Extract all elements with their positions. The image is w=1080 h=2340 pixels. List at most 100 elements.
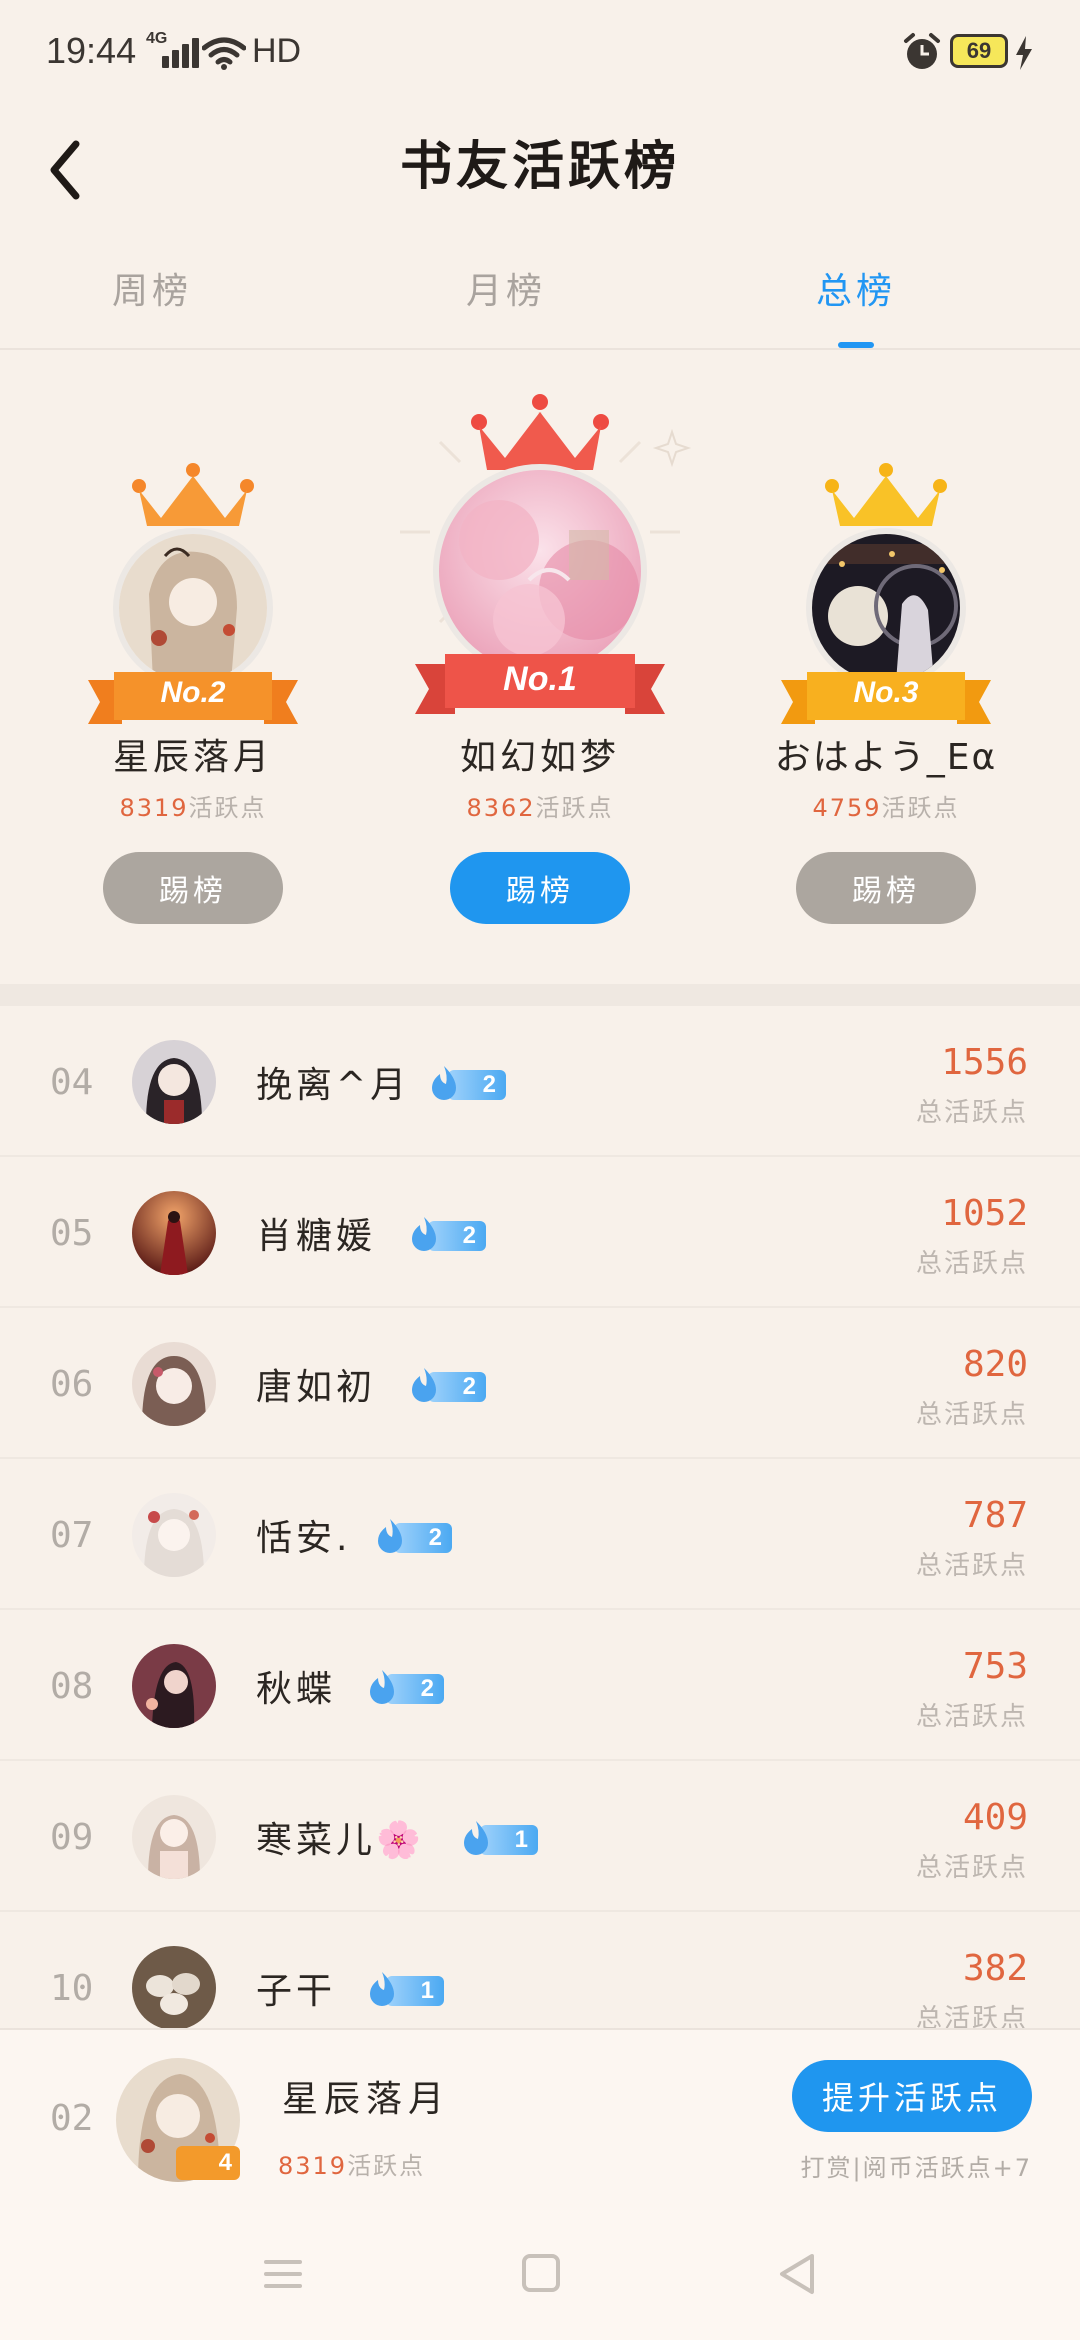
user-name: 子干 [256,1971,337,2012]
flame-icon [464,1821,488,1855]
list-item[interactable]: 04 挽离^月 2 1556 总活跃点 [0,1006,1080,1157]
level-badge: 1 [364,1970,446,2006]
charging-icon [1016,36,1032,70]
rank-badge-label: No.1 [503,660,577,698]
rank-badge-label: No.3 [853,676,919,709]
level-badge: 2 [372,1517,454,1553]
avatar[interactable] [132,1493,216,1577]
avatar[interactable] [132,1342,216,1426]
score-label: 总活跃点 [915,1400,1028,1430]
score-label: 总活跃点 [915,1551,1028,1581]
my-points: 8319活跃点 [278,2152,426,2180]
score-label: 总活跃点 [915,1249,1028,1279]
podium-points: 4759活跃点 [812,794,960,822]
list-item[interactable]: 09 寒菜儿🌸 1 409 总活跃点 [0,1761,1080,1912]
rank-number: 05 [50,1213,94,1254]
level-badge: 1 [458,1819,540,1855]
kick-button-first[interactable]: 踢榜 [450,852,630,924]
home-icon[interactable] [440,2210,640,2340]
level-badge: 2 [426,1064,508,1100]
tab-total[interactable]: 总榜 [756,262,956,314]
user-name: 秋蝶 [256,1669,337,1710]
list-item[interactable]: 07 恬安. 2 787 总活跃点 [0,1459,1080,1610]
podium-points: 8319活跃点 [119,794,267,822]
wifi-icon [202,37,246,70]
battery-indicator: 69 [950,34,1008,68]
score-label: 总活跃点 [915,1702,1028,1732]
kick-button-second[interactable]: 踢榜 [103,852,283,924]
level-badge: 2 [406,1215,488,1251]
rank-number: 08 [50,1666,94,1707]
tab-monthly[interactable]: 月榜 [406,262,606,314]
my-level-badge: 4 [176,2146,240,2180]
rank-number: 07 [50,1515,94,1556]
avatar[interactable] [132,1795,216,1879]
crown-icon [825,463,947,526]
podium-name: 如幻如梦 [459,737,620,778]
score-label: 总活跃点 [915,1853,1028,1883]
user-name: 肖糖媛 [256,1216,377,1257]
score-label: 总活跃点 [915,2004,1028,2028]
score-value: 1052 [941,1193,1028,1234]
flame-icon [412,1368,436,1402]
podium-name: おはよう_Eα [774,737,998,778]
crown-icon [132,463,254,526]
user-name: 挽离^月 [256,1065,411,1106]
status-bar: 19:44 4G HD 69 [0,0,1080,110]
ranking-list: 04 挽离^月 2 1556 总活跃点 05 肖糖媛 2 1052 总活跃点 0… [0,1006,1080,2028]
page-title: 书友活跃榜 [399,136,680,197]
tab-bar: 周榜 月榜 总榜 [0,240,1080,350]
avatar[interactable] [132,1040,216,1124]
score-value: 787 [962,1495,1028,1536]
podium-third: No.3 おはよう_Eα 4759活跃点 踢榜 [726,352,1046,984]
score-value: 753 [962,1646,1028,1687]
rank-number: 10 [50,1968,94,2009]
back-nav-icon[interactable] [698,2210,898,2340]
kick-button-third[interactable]: 踢榜 [796,852,976,924]
score-label: 总活跃点 [915,1098,1028,1128]
podium-first: No.1 如幻如梦 8362活跃点 踢榜 [380,352,700,984]
user-name: 唐如初 [256,1367,377,1408]
podium-points: 8362活跃点 [466,794,614,822]
list-item[interactable]: 06 唐如初 2 820 总活跃点 [0,1308,1080,1459]
my-rank-bar: 02 4 星辰落月 8319活跃点 提升活跃点 打赏|阅币活跃点+7 [0,2028,1080,2210]
avatar[interactable] [132,1946,216,2028]
score-value: 382 [962,1948,1028,1989]
rank-ribbon-first: No.1 [415,646,665,720]
podium-name: 星辰落月 [112,737,273,778]
header: 书友活跃榜 [0,110,1080,240]
rank-ribbon-third: No.3 [781,664,991,730]
list-item[interactable]: 10 子干 1 382 总活跃点 [0,1912,1080,2028]
avatar[interactable] [132,1191,216,1275]
podium-second: No.2 星辰落月 8319活跃点 踢榜 [33,352,353,984]
crown-icon [471,394,609,470]
user-name: 恬安. [256,1518,352,1559]
rank-number: 09 [50,1817,94,1858]
boost-activity-button[interactable]: 提升活跃点 [792,2060,1032,2132]
tab-active-indicator [838,342,874,348]
flame-icon [432,1066,456,1100]
rank-ribbon-second: No.2 [88,664,298,730]
score-value: 1556 [941,1042,1028,1083]
menu-icon[interactable] [182,2210,382,2340]
level-badge: 2 [406,1366,488,1402]
list-item[interactable]: 08 秋蝶 2 753 总活跃点 [0,1610,1080,1761]
hd-indicator: HD [252,32,302,70]
avatar[interactable] [132,1644,216,1728]
flame-icon [370,1972,394,2006]
list-item[interactable]: 05 肖糖媛 2 1052 总活跃点 [0,1157,1080,1308]
user-name: 寒菜儿🌸 [256,1820,425,1861]
section-divider [0,984,1080,1006]
boost-hint: 打赏|阅币活跃点+7 [800,2154,1032,2182]
flame-icon [412,1217,436,1251]
system-nav-bar [0,2210,1080,2340]
tab-weekly[interactable]: 周榜 [52,262,252,314]
my-rank-number: 02 [50,2098,94,2139]
score-value: 820 [962,1344,1028,1385]
level-badge: 2 [364,1668,446,1704]
status-time: 19:44 [46,30,137,71]
flame-icon [370,1670,394,1704]
rank-badge-label: No.2 [160,676,226,709]
rank-number: 04 [50,1062,94,1103]
flame-icon [378,1519,402,1553]
